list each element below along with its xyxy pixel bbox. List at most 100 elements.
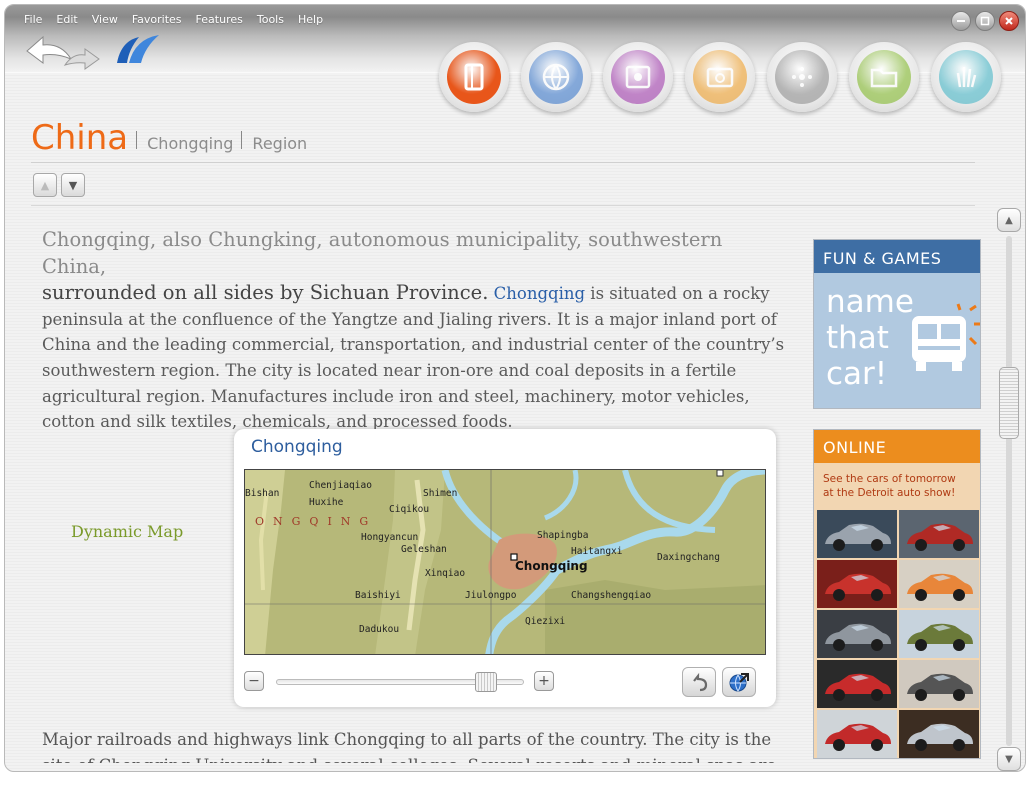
arrow-up-icon: ▲: [40, 178, 50, 192]
map-city-label: Bishan: [245, 488, 280, 499]
nav-button-folders[interactable]: [849, 42, 919, 112]
car-thumbnail[interactable]: [899, 510, 979, 558]
car-image: [825, 523, 891, 551]
nav-button-gallery[interactable]: [767, 42, 837, 112]
car-image: [825, 723, 891, 751]
zoom-slider-thumb[interactable]: [474, 672, 497, 692]
map-city-label: Hongyancun: [361, 532, 419, 543]
fun-games-promo[interactable]: FUN & GAMES name that car!: [813, 239, 981, 409]
map-back-button[interactable]: [682, 667, 716, 697]
breadcrumb-item-region[interactable]: Region: [252, 134, 307, 153]
article-text: is situated on a rocky peninsula at the …: [42, 284, 785, 432]
vertical-scrollbar[interactable]: ▲ ▼: [997, 208, 1021, 771]
breadcrumb-item-chongqing[interactable]: Chongqing: [147, 134, 233, 153]
photos-icon: [706, 67, 734, 88]
map-city-label: Baishiyi: [355, 590, 401, 601]
map-city-label: Qiezixi: [525, 616, 566, 627]
forward-arrow-icon[interactable]: [63, 48, 100, 70]
arrow-down-icon: ▼: [68, 178, 78, 192]
dynamic-map-label: Dynamic Map: [71, 522, 184, 541]
breadcrumb: China Chongqing Region: [31, 118, 307, 158]
map-city-label: Chenjiaqiao: [309, 480, 372, 491]
nav-button-core: [775, 50, 829, 104]
car-thumbnail-grid: [817, 510, 979, 758]
dynamic-map-panel: Chongqing ONGQING Chenjiaqiao Bishan Hux…: [234, 429, 776, 707]
menu-help[interactable]: Help: [291, 13, 330, 26]
zoom-in-button[interactable]: +: [534, 671, 554, 691]
nav-button-core: [529, 50, 583, 104]
maximize-button[interactable]: [975, 11, 995, 31]
online-subtitle-line: See the cars of tomorrow: [823, 473, 956, 485]
car-thumbnail[interactable]: [817, 660, 897, 708]
scroll-down-button[interactable]: ▼: [997, 747, 1021, 771]
next-section-button[interactable]: ▼: [61, 173, 85, 197]
undo-arrow-icon: [693, 672, 708, 692]
map-city-label: Shapingba: [537, 530, 589, 541]
scroll-up-button[interactable]: ▲: [997, 208, 1021, 232]
car-thumbnail[interactable]: [817, 710, 897, 758]
nav-button-core: [611, 50, 665, 104]
car-thumbnail[interactable]: [899, 610, 979, 658]
menu-tools[interactable]: Tools: [250, 13, 291, 26]
map-open-button[interactable]: [722, 667, 756, 697]
scroll-thumb[interactable]: [999, 367, 1019, 440]
car-image: [825, 573, 891, 601]
online-promo[interactable]: ONLINE See the cars of tomorrow at the D…: [813, 429, 981, 759]
article-paragraph: Chongqing, also Chungking, autonomous mu…: [42, 227, 787, 435]
fun-games-header: FUN & GAMES: [814, 240, 980, 273]
menu-view[interactable]: View: [85, 13, 125, 26]
gallery-icon: [792, 67, 812, 87]
nav-button-core: [693, 50, 747, 104]
car-thumbnail[interactable]: [817, 510, 897, 558]
window-controls: [951, 11, 1019, 31]
world-icon: [542, 63, 570, 91]
menu-bar: File Edit View Favorites Features Tools …: [17, 13, 330, 26]
maximize-icon: [980, 16, 990, 26]
online-subtitle: See the cars of tomorrow at the Detroit …: [814, 463, 980, 500]
lead-line-2: surrounded on all sides by Sichuan Provi…: [42, 281, 489, 305]
nav-button-world[interactable]: [521, 42, 591, 112]
back-arrow-icon[interactable]: [26, 35, 73, 64]
page-title[interactable]: China: [31, 118, 128, 158]
globe-link-icon: [729, 673, 749, 692]
menu-features[interactable]: Features: [189, 13, 250, 26]
minimize-icon: [957, 20, 965, 22]
car-thumbnail[interactable]: [899, 660, 979, 708]
chongqing-link[interactable]: Chongqing: [494, 284, 585, 303]
hands-icon: [956, 67, 977, 88]
map-view[interactable]: ONGQING Chenjiaqiao Bishan Huxihe Shimen…: [244, 469, 766, 655]
media-icon: [625, 65, 651, 89]
previous-section-button[interactable]: ▲: [33, 173, 57, 197]
nav-button-hands[interactable]: [931, 42, 1001, 112]
map-city-label: Jiulongpo: [465, 590, 517, 601]
car-image: [825, 673, 891, 701]
car-thumbnail[interactable]: [817, 610, 897, 658]
close-button[interactable]: [999, 11, 1019, 31]
map-city-label: Ciqikou: [389, 504, 430, 515]
app-window: File Edit View Favorites Features Tools …: [4, 4, 1026, 772]
menu-edit[interactable]: Edit: [49, 13, 84, 26]
zoom-slider[interactable]: [276, 672, 524, 692]
map-city-label: Geleshan: [401, 544, 447, 555]
section-nav: ▲ ▼: [33, 173, 85, 197]
map-city-label: Haitangxi: [571, 546, 623, 557]
nav-button-photos[interactable]: [685, 42, 755, 112]
car-image: [907, 573, 973, 601]
zoom-out-button[interactable]: −: [244, 671, 264, 691]
car-image: [825, 623, 891, 651]
car-thumbnail[interactable]: [817, 560, 897, 608]
map-region-label: ONGQING: [255, 515, 378, 528]
car-thumbnail[interactable]: [899, 560, 979, 608]
car-image: [907, 723, 973, 751]
nav-button-media[interactable]: [603, 42, 673, 112]
car-thumbnail[interactable]: [899, 710, 979, 758]
menu-favorites[interactable]: Favorites: [125, 13, 189, 26]
menu-file[interactable]: File: [17, 13, 49, 26]
map-city-label: Dadukou: [359, 624, 400, 635]
arrow-down-icon: ▼: [1005, 753, 1013, 765]
minimize-button[interactable]: [951, 11, 971, 31]
bus-icon: [912, 303, 980, 371]
nav-button-encyclopedia[interactable]: [439, 42, 509, 112]
scroll-track[interactable]: [1006, 236, 1012, 746]
breadcrumb-separator: [241, 131, 243, 149]
